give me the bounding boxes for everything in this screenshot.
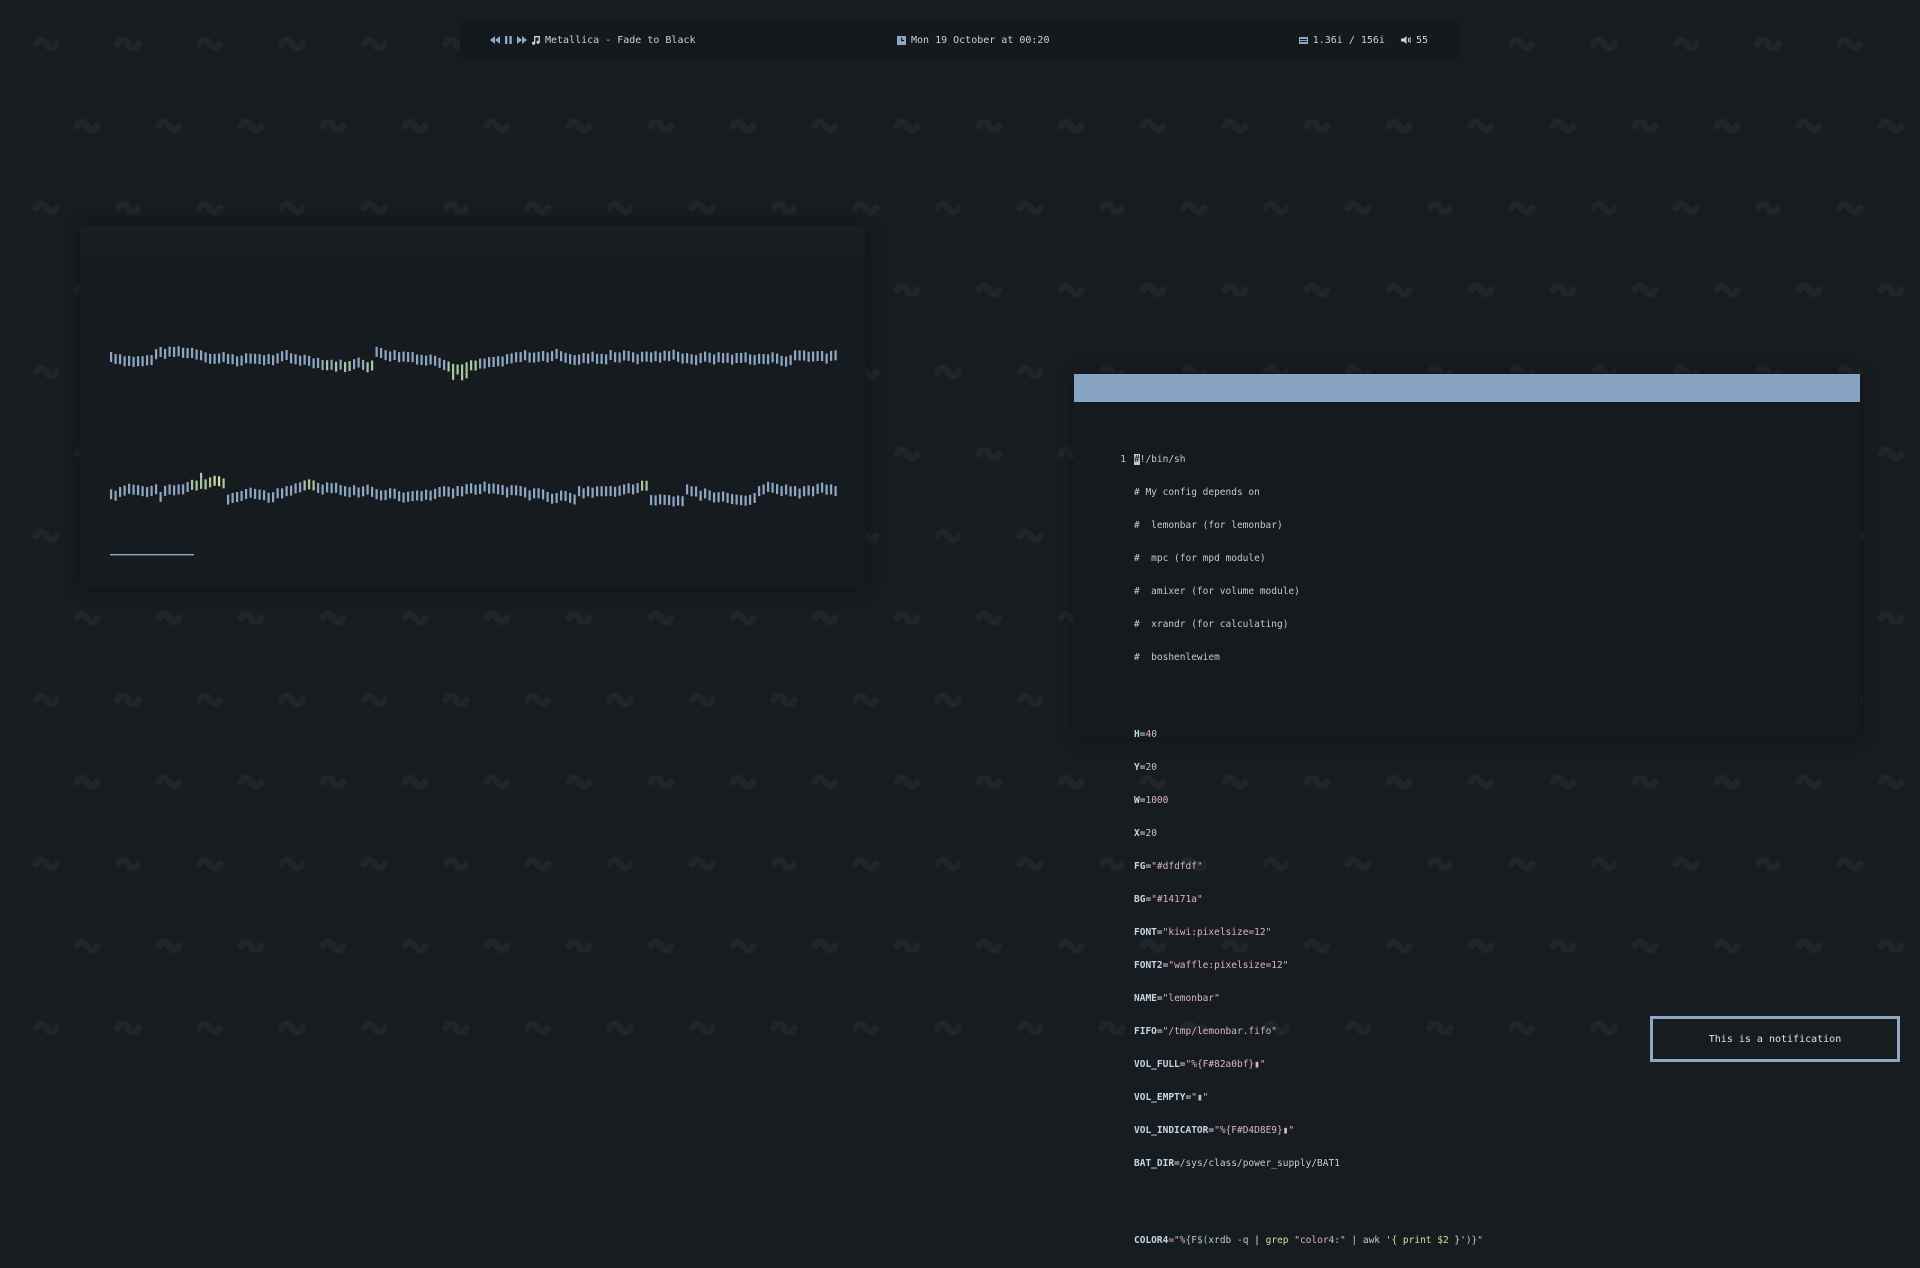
code-line: VOL_EMPTY = "▮" — [1134, 1092, 1209, 1103]
text-editor-window[interactable]: 1 # !/bin/sh # My config depends on # lem… — [1074, 374, 1860, 1246]
status-bar: Metallica - Fade to Black Mon 19 October… — [460, 20, 1458, 60]
notification-text: This is a notification — [1708, 1033, 1842, 1045]
memory-icon — [1298, 36, 1308, 44]
rewind-icon[interactable] — [490, 36, 500, 44]
clock-icon — [897, 35, 906, 45]
code-line: # lemonbar (for lemonbar) — [1134, 520, 1283, 531]
code-line: VOL_FULL = "%{F#82a0bf}▮" — [1134, 1059, 1266, 1070]
volume-level: 55 — [1415, 34, 1428, 46]
forward-icon[interactable] — [517, 36, 527, 44]
code-view[interactable]: 1 # !/bin/sh # My config depends on # lem… — [1114, 432, 1483, 1268]
track-title[interactable]: Metallica - Fade to Black — [545, 35, 696, 46]
code-line: 1 # !/bin/sh — [1114, 454, 1483, 465]
code-line: # mpc (for mpd module) — [1134, 553, 1266, 564]
music-note-icon — [532, 35, 540, 45]
code-line: VOL_INDICATOR = "%{F#D4D8E9}▮" — [1134, 1125, 1295, 1136]
date-time: Mon 19 October at 00:20 — [911, 34, 1050, 46]
code-line: NAME = "lemonbar" — [1134, 993, 1220, 1004]
editor-titlebar[interactable] — [1074, 374, 1860, 402]
code-line: Y = 20 — [1134, 762, 1157, 773]
code-line: FG = "#dfdfdf" — [1134, 861, 1203, 872]
code-line: X = 20 — [1134, 828, 1157, 839]
code-line: # xrandr (for calculating) — [1134, 619, 1289, 630]
code-line: BAT_DIR =/sys/class/power_supply/BAT1 — [1134, 1158, 1340, 1169]
clock-module: Mon 19 October at 00:20 — [897, 20, 1049, 60]
code-line: COLOR4 ="%{F $(xrdb -q | grep "color4:" | … — [1134, 1235, 1483, 1246]
code-line: W = 1000 — [1134, 795, 1169, 806]
code-line: # My config depends on — [1134, 487, 1260, 498]
notification-popup[interactable]: This is a notification — [1650, 1016, 1900, 1062]
code-line: BG = "#14171a" — [1134, 894, 1203, 905]
memory-usage: 1.36i / 156i — [1312, 34, 1385, 46]
code-line: FONT2 = "waffle:pixelsize=12" — [1134, 960, 1289, 971]
audio-visualizer-window[interactable] — [80, 225, 865, 587]
line-number: 1 — [1120, 454, 1126, 465]
music-module: Metallica - Fade to Black — [490, 20, 696, 60]
code-line: # amixer (for volume module) — [1134, 586, 1300, 597]
code-line: FIFO = "/tmp/lemonbar.fifo" — [1134, 1026, 1278, 1037]
system-module: 1.36i / 156i 55 — [1298, 20, 1428, 60]
speaker-icon[interactable] — [1400, 36, 1411, 44]
waveform-display — [110, 346, 837, 556]
code-line: FONT = "kiwi:pixelsize=12" — [1134, 927, 1272, 938]
code-line: # boshenlewiem — [1134, 652, 1220, 663]
code-line: H = 40 — [1134, 729, 1157, 740]
pause-icon[interactable] — [505, 36, 512, 44]
